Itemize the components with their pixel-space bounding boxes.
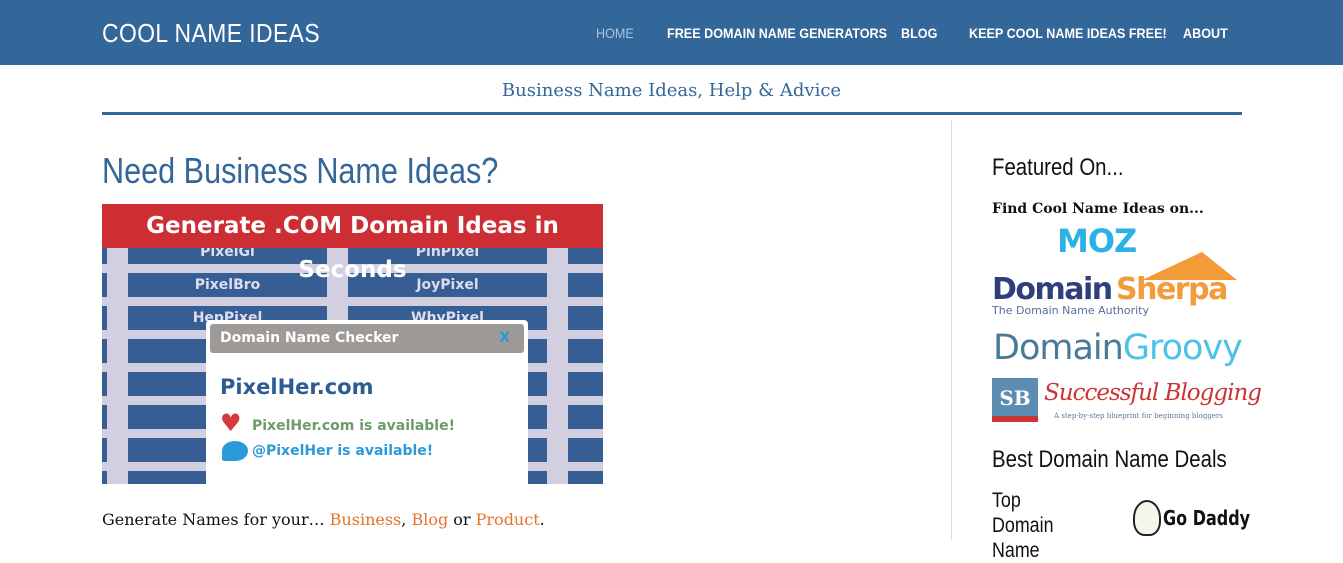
name-suggestion-cell[interactable] [102,405,107,429]
nav-about[interactable]: ABOUT [1183,25,1228,41]
domainsherpa-logo[interactable]: Domain Sherpa The Domain Name Authority [992,250,1242,320]
name-suggestion-cell[interactable] [102,471,107,484]
intro-text: Generate Names for your… Business, Blog … [102,510,545,529]
domaingroovy-logo[interactable]: DomainGroovy [993,328,1243,368]
nav-home[interactable]: HOME [596,25,634,41]
sb-name: Successful Blogging [1044,380,1262,406]
groovy-part2: Groovy [1122,328,1243,368]
name-suggestion-cell[interactable]: PixelBro [128,273,327,297]
name-suggestion-cell[interactable] [568,339,603,363]
sidebar-divider [951,120,952,540]
name-suggestion-cell[interactable] [568,273,603,297]
heart-icon: ♥ [220,409,242,437]
name-suggestion-cell[interactable] [568,471,603,484]
site-tagline: Business Name Ideas, Help & Advice [501,80,842,101]
domain-checker-popup: Domain Name Checker X PixelHer.com ♥ Pixe… [206,320,528,484]
name-suggestion-cell[interactable] [102,438,107,462]
intro-prefix: Generate Names for your… [102,510,330,529]
name-suggestion-cell[interactable] [568,306,603,330]
godaddy-logo[interactable]: Go Daddy [1133,490,1250,540]
groovy-part1: Domain [993,328,1124,368]
deal-label: Top Domain Name [992,489,1054,562]
name-suggestion-cell[interactable] [568,438,603,462]
sherpa-part2: Sherpa [1116,272,1228,307]
domain-availability: PixelHer.com is available! [252,418,455,434]
site-logo[interactable]: COOL NAME IDEAS [102,18,320,49]
page-title: Need Business Name Ideas? [102,150,499,191]
sb-badge: SB [992,378,1038,422]
business-link[interactable]: Business [330,510,402,529]
blog-link[interactable]: Blog [411,510,448,529]
top-navbar: COOL NAME IDEAS HOME FREE DOMAIN NAME GE… [0,0,1343,65]
nav-blog[interactable]: BLOG [901,25,937,41]
name-suggestion-cell[interactable] [102,306,107,330]
name-suggestion-cell[interactable] [102,339,107,363]
godaddy-mascot-icon [1133,500,1161,536]
successful-blogging-logo[interactable]: SB Successful Blogging A step-by-step bl… [992,378,1262,424]
sb-tagline: A step-by-step blueprint for beginning b… [1054,412,1223,420]
sherpa-part1: Domain [992,272,1113,307]
featured-heading: Featured On... [992,154,1124,181]
nav-generators[interactable]: FREE DOMAIN NAME GENERATORS [667,25,887,41]
sep: . [539,510,545,529]
twitter-availability: @PixelHer is available! [252,443,434,459]
checked-domain: PixelHer.com [220,375,374,399]
name-suggestion-cell[interactable] [568,405,603,429]
deals-heading: Best Domain Name Deals [992,446,1227,473]
name-suggestion-cell[interactable] [568,372,603,396]
nav-keep-free[interactable]: KEEP COOL NAME IDEAS FREE! [969,25,1167,41]
name-suggestion-cell[interactable] [102,372,107,396]
popup-header: Domain Name Checker X [210,324,524,353]
featured-subheading: Find Cool Name Ideas on... [992,201,1204,217]
divider [102,112,1242,115]
godaddy-text: Go Daddy [1163,506,1251,530]
sherpa-tagline: The Domain Name Authority [992,304,1149,317]
banner-title: Generate .COM Domain Ideas in Seconds [102,204,603,283]
twitter-icon [222,441,248,461]
popup-title: Domain Name Checker [220,330,399,346]
sep: or [448,510,476,529]
product-link[interactable]: Product [476,510,540,529]
name-suggestion-cell[interactable] [102,273,107,297]
generator-banner-image[interactable]: Generate .COM Domain Ideas in Seconds Pi… [102,204,603,484]
sep: , [401,510,412,529]
close-icon[interactable]: X [499,324,510,353]
